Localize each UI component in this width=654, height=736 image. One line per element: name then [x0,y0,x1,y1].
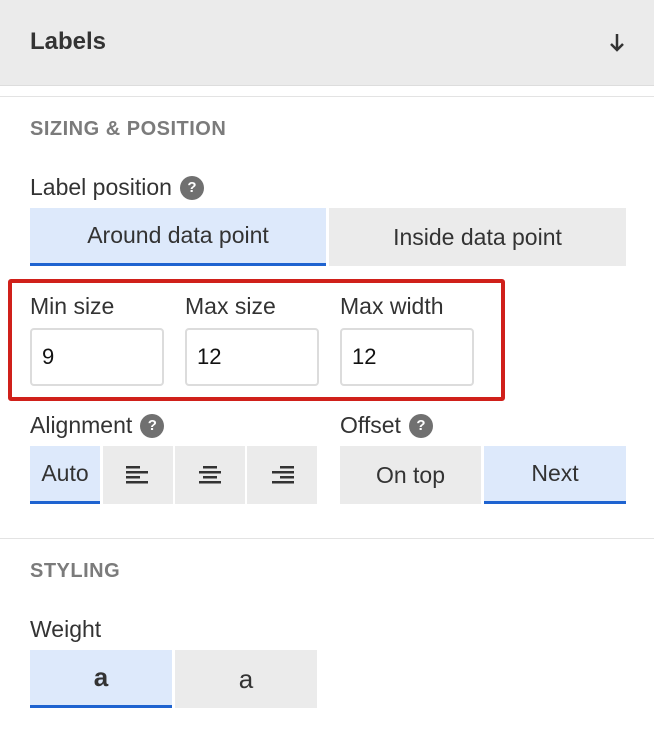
offset-next-button[interactable]: Next [484,446,626,504]
option-inside-data-point[interactable]: Inside data point [329,208,626,266]
alignment-label: Alignment ? [30,412,165,439]
offset-label: Offset ? [340,412,433,439]
arrow-down-icon[interactable] [606,30,628,54]
section-title-styling: STYLING [30,560,121,582]
weight-label: Weight [30,616,102,642]
help-icon[interactable]: ? [408,413,433,438]
align-left-button[interactable] [103,446,173,504]
offset-text: Offset [340,412,401,438]
align-center-button[interactable] [175,446,245,504]
section-divider [0,538,654,539]
section-title-sizing: SIZING & POSITION [30,118,227,140]
max-size-input[interactable] [185,328,319,386]
labels-panel: Labels SIZING & POSITION Label position … [0,0,654,736]
offset-on-top-button[interactable]: On top [340,446,481,504]
min-size-label: Min size [30,293,115,319]
label-position-label: Label position ? [30,174,204,201]
alignment-text: Alignment [30,412,133,438]
panel-header[interactable]: Labels [0,0,654,86]
max-width-input[interactable] [340,328,474,386]
min-size-input[interactable] [30,328,164,386]
align-left-icon [126,466,148,484]
panel-title: Labels [30,28,107,55]
weight-regular-button[interactable]: a [175,650,317,708]
align-center-icon [199,466,221,484]
align-right-icon [272,466,294,484]
max-width-label: Max width [340,293,444,319]
alignment-auto-button[interactable]: Auto [30,446,100,504]
help-icon[interactable]: ? [179,175,204,200]
label-position-text: Label position [30,174,172,200]
align-right-button[interactable] [247,446,317,504]
option-around-data-point[interactable]: Around data point [30,208,326,266]
help-icon[interactable]: ? [140,413,165,438]
header-divider [0,96,654,97]
weight-bold-button[interactable]: a [30,650,172,708]
max-size-label: Max size [185,293,276,319]
